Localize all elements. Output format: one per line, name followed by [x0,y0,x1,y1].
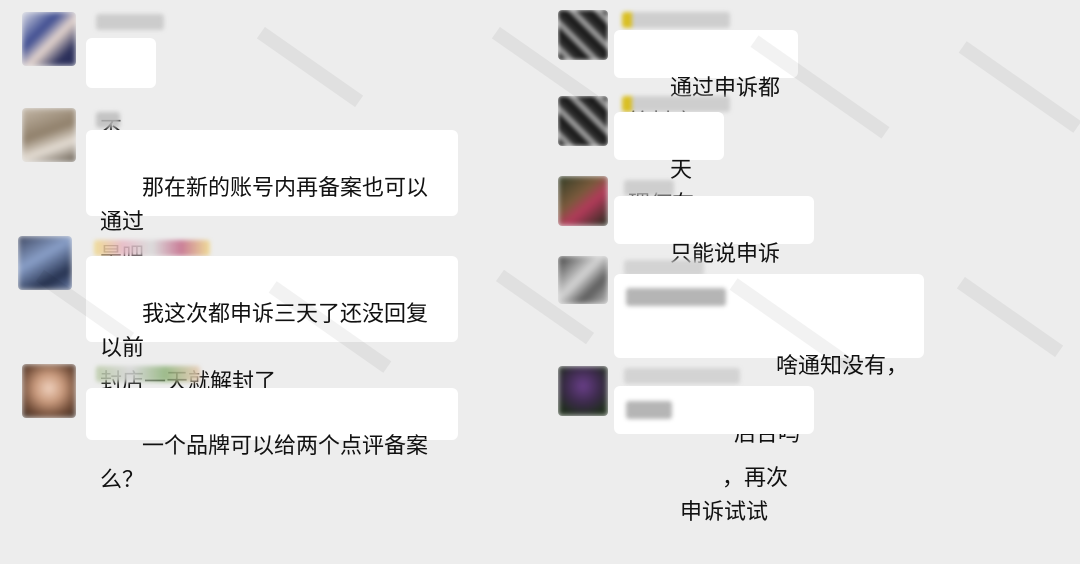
message-text: ，再次申诉试试 [680,466,788,525]
message-bubble[interactable]: ，再次申诉试试 [614,386,814,525]
mention-name [626,401,672,419]
message-7: 只能说申诉的不专业 [540,172,1080,301]
sender-name [96,366,200,382]
sender-name [96,112,120,128]
message-5: 通过申诉都给封店 [540,0,1080,135]
avatar[interactable] [22,108,76,162]
message-bubble[interactable]: 那在新的账号内再备案也可以通过 是吧 [86,130,458,269]
message-bubble[interactable]: 一个品牌可以给两个点评备案么？ [86,388,458,493]
message-6: 天理何在 [540,88,1080,217]
message-9: ，再次申诉试试 [540,360,1080,525]
message-text: 一个品牌可以给两个点评备案么？ [100,434,428,493]
message-bubble[interactable]: 只能说申诉的不专业 [614,196,814,301]
chat-column-right: 通过申诉都给封店 天理何在 只能说申诉的不专业 啥通知没有， 能进入 后台吗 [540,0,1080,525]
message-8: 啥通知没有， 能进入 后台吗 [540,254,1080,447]
sender-name [94,240,210,256]
message-bubble[interactable]: 我这次都申诉三天了还没回复 以前 封店一天就解封了 [86,256,458,395]
avatar[interactable] [558,366,608,416]
message-bubble[interactable]: 啥通知没有， 能进入 后台吗 [614,274,924,447]
sender-name [96,14,164,30]
chat-column-left: 不会 那在新的账号内再备案也可以通过 是吧 我这次都申诉三天了还没回复 以前 封… [0,0,540,493]
message-2: 那在新的账号内再备案也可以通过 是吧 [0,100,540,269]
sender-name [624,368,740,384]
avatar[interactable] [22,364,76,418]
avatar[interactable] [558,176,608,226]
sender-name [622,12,730,28]
avatar[interactable] [558,96,608,146]
message-bubble[interactable]: 天理何在 [614,112,724,217]
message-bubble[interactable]: 不会 [86,38,156,177]
mention-name [626,288,726,306]
sender-name [624,180,674,196]
message-4: 一个品牌可以给两个点评备案么？ [0,354,540,493]
message-1: 不会 [0,0,540,177]
message-bubble[interactable]: 通过申诉都给封店 [614,30,798,135]
avatar[interactable] [18,236,72,290]
avatar[interactable] [558,256,608,304]
sender-name [622,96,730,112]
avatar[interactable] [558,10,608,60]
message-3: 我这次都申诉三天了还没回复 以前 封店一天就解封了 [0,228,540,395]
avatar[interactable] [22,12,76,66]
